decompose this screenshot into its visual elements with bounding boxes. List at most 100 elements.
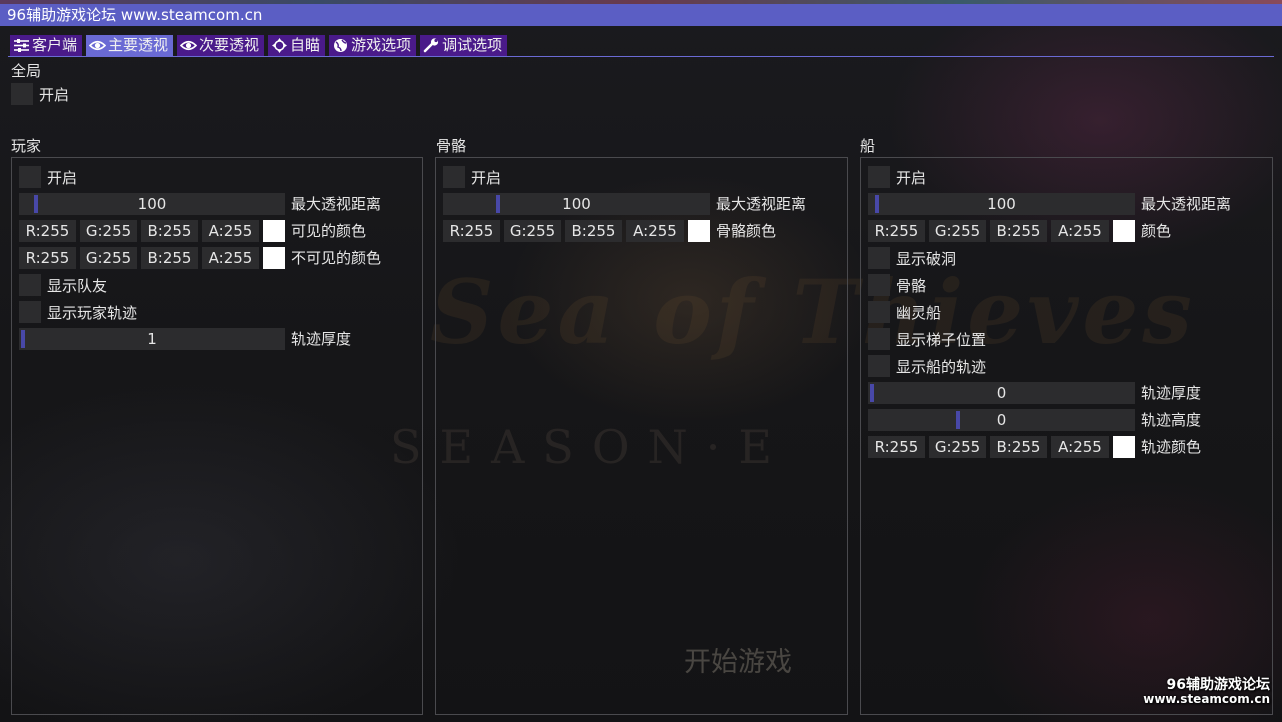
watermark-forum-name: 96辅助游戏论坛 xyxy=(1166,677,1270,693)
tab-debug-options[interactable]: 调试选项 xyxy=(420,35,508,56)
tab-label: 调试选项 xyxy=(442,36,503,54)
ship-ghost-ship-label: 幽灵船 xyxy=(896,304,942,322)
tab-label: 主要透视 xyxy=(108,36,169,54)
ship-trail-color-a[interactable]: A:255 xyxy=(1051,436,1109,458)
tab-main-esp[interactable]: 主要透视 xyxy=(86,35,174,56)
eye-icon xyxy=(89,40,107,51)
tab-label: 游戏选项 xyxy=(351,36,412,54)
player-invisible-a[interactable]: A:255 xyxy=(202,247,259,269)
wrench-icon xyxy=(423,38,439,53)
player-visible-g[interactable]: G:255 xyxy=(80,220,137,242)
tab-aimbot[interactable]: 自瞄 xyxy=(268,35,326,56)
ship-show-ladder-checkbox[interactable] xyxy=(868,328,890,350)
player-visible-b[interactable]: B:255 xyxy=(141,220,198,242)
ship-show-trail-label: 显示船的轨迹 xyxy=(896,358,987,376)
skeleton-color-g[interactable]: G:255 xyxy=(504,220,561,242)
global-enable-checkbox[interactable] xyxy=(11,83,33,105)
ship-trail-color-swatch[interactable] xyxy=(1113,436,1135,458)
slider-value: 0 xyxy=(996,384,1007,402)
window-title-bar[interactable]: 96辅助游戏论坛 www.steamcom.cn xyxy=(0,4,1282,26)
player-invisible-color-swatch[interactable] xyxy=(263,247,285,269)
slider-grab[interactable] xyxy=(21,330,25,348)
player-visible-color-swatch[interactable] xyxy=(263,220,285,242)
ship-enable-label: 开启 xyxy=(896,169,927,187)
player-invisible-r[interactable]: R:255 xyxy=(19,247,76,269)
slider-grab[interactable] xyxy=(956,411,960,429)
skeleton-color-b[interactable]: B:255 xyxy=(565,220,622,242)
player-visible-color-label: 可见的颜色 xyxy=(291,222,367,240)
ship-show-trail-checkbox[interactable] xyxy=(868,355,890,377)
slider-value: 100 xyxy=(987,195,1016,213)
slider-value: 100 xyxy=(137,195,167,213)
player-show-trail-label: 显示玩家轨迹 xyxy=(47,304,138,322)
globe-icon xyxy=(334,39,348,52)
player-enable-checkbox[interactable] xyxy=(19,166,41,188)
skeleton-enable-label: 开启 xyxy=(471,169,502,187)
skeleton-enable-checkbox[interactable] xyxy=(443,166,465,188)
ship-trail-color-label: 轨迹颜色 xyxy=(1141,438,1202,456)
tab-bar: 客户端 主要透视 次要透视 自瞄 游戏选项 调试选项 xyxy=(10,35,508,56)
skeleton-color-swatch[interactable] xyxy=(688,220,710,242)
ship-color-label: 颜色 xyxy=(1141,222,1172,240)
slider-value: 0 xyxy=(996,411,1007,429)
ship-trail-color-r[interactable]: R:255 xyxy=(868,436,925,458)
ship-color-g[interactable]: G:255 xyxy=(929,220,986,242)
player-trail-thickness-slider[interactable]: 1 xyxy=(19,328,285,350)
ship-trail-thickness-label: 轨迹厚度 xyxy=(1141,384,1202,402)
ship-trail-color-b[interactable]: B:255 xyxy=(990,436,1047,458)
global-section-title: 全局 xyxy=(11,62,42,80)
slider-grab[interactable] xyxy=(875,195,879,213)
ship-max-distance-slider[interactable]: 100 xyxy=(868,193,1135,215)
ship-trail-height-label: 轨迹高度 xyxy=(1141,411,1202,429)
ship-trail-height-slider[interactable]: 0 xyxy=(868,409,1135,431)
player-max-distance-label: 最大透视距离 xyxy=(291,195,382,213)
ship-ghost-ship-checkbox[interactable] xyxy=(868,301,890,323)
player-show-teammates-checkbox[interactable] xyxy=(19,274,41,296)
ship-enable-checkbox[interactable] xyxy=(868,166,890,188)
skeleton-color-r[interactable]: R:255 xyxy=(443,220,500,242)
player-invisible-color-label: 不可见的颜色 xyxy=(291,249,382,267)
player-enable-label: 开启 xyxy=(47,169,78,187)
slider-grab[interactable] xyxy=(496,195,500,213)
player-visible-r[interactable]: R:255 xyxy=(19,220,76,242)
player-show-trail-checkbox[interactable] xyxy=(19,301,41,323)
skeleton-section-title: 骨骼 xyxy=(436,137,467,155)
slider-value: 100 xyxy=(562,195,591,213)
tab-client[interactable]: 客户端 xyxy=(10,35,83,56)
skeleton-color-a[interactable]: A:255 xyxy=(626,220,684,242)
ship-trail-thickness-slider[interactable]: 0 xyxy=(868,382,1135,404)
tab-label: 客户端 xyxy=(32,36,78,54)
tab-secondary-esp[interactable]: 次要透视 xyxy=(177,35,265,56)
player-show-teammates-label: 显示队友 xyxy=(47,277,108,295)
tab-game-options[interactable]: 游戏选项 xyxy=(329,35,417,56)
ship-max-distance-label: 最大透视距离 xyxy=(1141,195,1232,213)
player-section-title: 玩家 xyxy=(11,137,42,155)
ship-skeleton-checkbox[interactable] xyxy=(868,274,890,296)
player-trail-thickness-label: 轨迹厚度 xyxy=(291,330,352,348)
tab-label: 自瞄 xyxy=(290,36,321,54)
player-visible-a[interactable]: A:255 xyxy=(202,220,259,242)
ship-show-holes-checkbox[interactable] xyxy=(868,247,890,269)
ship-color-a[interactable]: A:255 xyxy=(1051,220,1109,242)
skeleton-max-distance-label: 最大透视距离 xyxy=(716,195,807,213)
window-title: 96辅助游戏论坛 www.steamcom.cn xyxy=(7,6,263,24)
ship-show-ladder-label: 显示梯子位置 xyxy=(896,331,987,349)
ship-trail-color-g[interactable]: G:255 xyxy=(929,436,986,458)
ship-color-b[interactable]: B:255 xyxy=(990,220,1047,242)
player-max-distance-slider[interactable]: 100 xyxy=(19,193,285,215)
player-invisible-g[interactable]: G:255 xyxy=(80,247,137,269)
slider-grab[interactable] xyxy=(34,195,38,213)
slider-value: 1 xyxy=(147,330,157,348)
ship-section-title: 船 xyxy=(860,137,876,155)
skeleton-max-distance-slider[interactable]: 100 xyxy=(443,193,710,215)
player-invisible-b[interactable]: B:255 xyxy=(141,247,198,269)
crosshair-icon xyxy=(272,38,288,53)
ship-color-swatch[interactable] xyxy=(1113,220,1135,242)
tab-label: 次要透视 xyxy=(199,36,260,54)
global-enable-label: 开启 xyxy=(39,86,70,104)
ship-show-holes-label: 显示破洞 xyxy=(896,250,957,268)
sliders-icon xyxy=(14,39,29,52)
slider-grab[interactable] xyxy=(870,384,874,402)
ship-color-r[interactable]: R:255 xyxy=(868,220,925,242)
ship-skeleton-label: 骨骼 xyxy=(896,277,927,295)
